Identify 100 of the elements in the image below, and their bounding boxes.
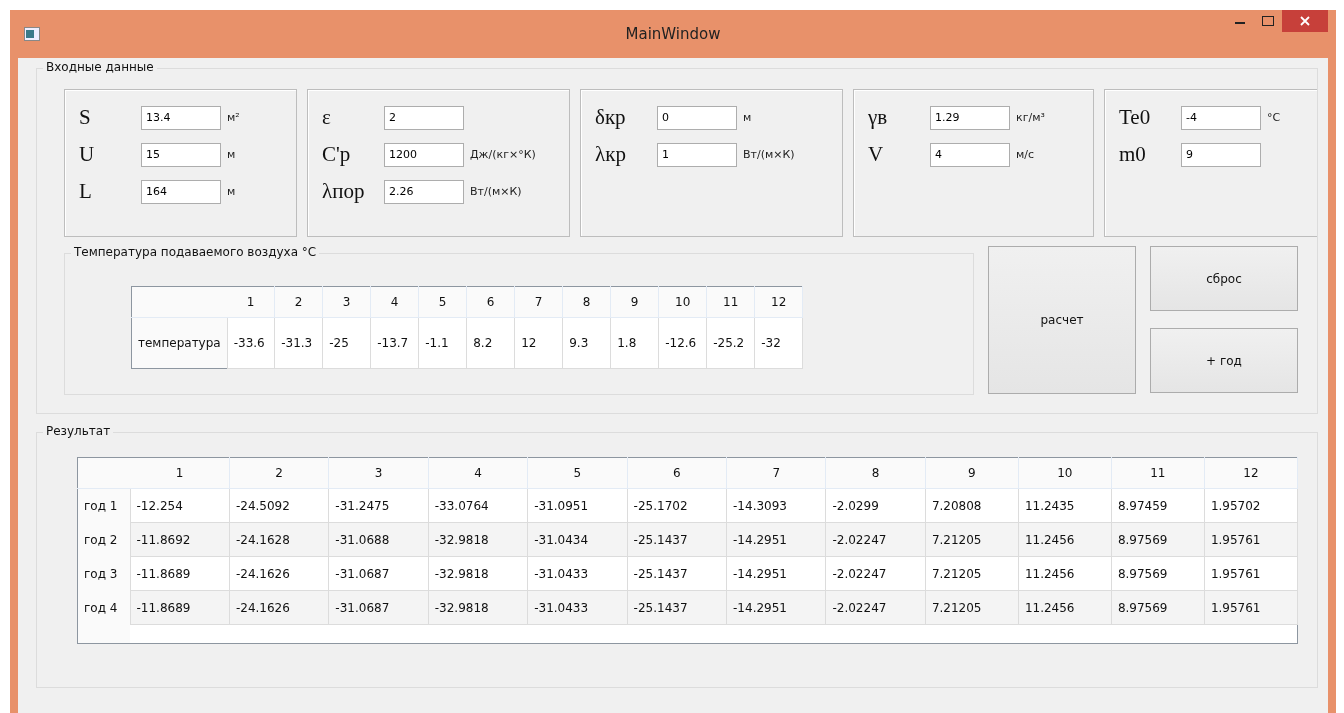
table-cell: -11.8689 bbox=[130, 590, 230, 625]
unit-label: кг/м³ bbox=[1016, 111, 1045, 124]
unit-label: м bbox=[227, 185, 236, 198]
column-header: 1 bbox=[130, 457, 230, 489]
column-header: 7 bbox=[514, 286, 563, 318]
add-year-button[interactable]: + год bbox=[1150, 328, 1298, 393]
table-cell: -32.9818 bbox=[428, 556, 528, 591]
row-header: год 2 bbox=[77, 522, 130, 557]
table-cell: 8.97569 bbox=[1111, 522, 1205, 557]
parameter-label: V bbox=[868, 142, 885, 167]
table-cell: -31.0687 bbox=[328, 556, 429, 591]
column-header: 10 bbox=[658, 286, 707, 318]
unit-label: м bbox=[743, 111, 752, 124]
group-title: Входные данные bbox=[43, 60, 157, 74]
input-field[interactable]: 15 bbox=[141, 142, 221, 167]
table-cell: -25.1437 bbox=[627, 522, 727, 557]
table-cell: -31.0433 bbox=[527, 590, 628, 625]
input-field[interactable]: 1200 bbox=[384, 142, 464, 167]
column-header: 6 bbox=[627, 457, 727, 489]
table-cell: -1.1 bbox=[418, 317, 467, 369]
table-cell: 7.21205 bbox=[925, 590, 1019, 625]
input-field[interactable]: 4 bbox=[930, 142, 1010, 167]
column-header: 12 bbox=[754, 286, 803, 318]
table-cell: -33.0764 bbox=[428, 488, 528, 523]
table-cell: -25.2 bbox=[706, 317, 755, 369]
table-cell: 11.2456 bbox=[1018, 556, 1112, 591]
column-header: 6 bbox=[466, 286, 515, 318]
parameter-label: U bbox=[79, 142, 96, 167]
unit-label: °C bbox=[1267, 111, 1281, 124]
table-cell: -33.6 bbox=[227, 317, 275, 369]
table-cell: -24.1628 bbox=[229, 522, 329, 557]
column-header: 3 bbox=[328, 457, 429, 489]
table-cell: -25.1437 bbox=[627, 556, 727, 591]
input-field[interactable]: -4 bbox=[1181, 105, 1261, 130]
input-field[interactable]: 164 bbox=[141, 179, 221, 204]
column-header: 9 bbox=[925, 457, 1019, 489]
column-header: 8 bbox=[562, 286, 611, 318]
input-field[interactable]: 1.29 bbox=[930, 105, 1010, 130]
column-header: 2 bbox=[229, 457, 329, 489]
group-title: Температура подаваемого воздуха °C bbox=[71, 245, 320, 259]
close-button[interactable] bbox=[1282, 10, 1328, 32]
table-cell: 1.8 bbox=[610, 317, 659, 369]
table-cell: -31.0688 bbox=[328, 522, 429, 557]
table-cell: -12.254 bbox=[130, 488, 230, 523]
table-cell: 11.2456 bbox=[1018, 522, 1112, 557]
parameter-label: L bbox=[79, 179, 93, 204]
column-header: 4 bbox=[428, 457, 528, 489]
column-header: 2 bbox=[274, 286, 323, 318]
table-cell: -12.6 bbox=[658, 317, 707, 369]
table-cell: -14.2951 bbox=[726, 590, 826, 625]
unit-label: м/с bbox=[1016, 148, 1035, 161]
table-cell: 7.20808 bbox=[925, 488, 1019, 523]
input-field[interactable]: 9 bbox=[1181, 142, 1261, 167]
table-cell: -32.9818 bbox=[428, 590, 528, 625]
close-icon bbox=[1300, 16, 1310, 26]
reset-button[interactable]: сброс bbox=[1150, 246, 1298, 311]
table-cell: -31.0433 bbox=[527, 556, 628, 591]
parameter-label: δкр bbox=[595, 105, 627, 130]
column-header: 8 bbox=[825, 457, 926, 489]
input-field[interactable]: 13.4 bbox=[141, 105, 221, 130]
parameter-label: Te0 bbox=[1119, 105, 1152, 130]
parameter-label: m0 bbox=[1119, 142, 1147, 167]
table-cell: -25.1437 bbox=[627, 590, 727, 625]
table-cell: 7.21205 bbox=[925, 556, 1019, 591]
table-cell: -31.0434 bbox=[527, 522, 628, 557]
table-cell: 9.3 bbox=[562, 317, 611, 369]
calculate-button[interactable]: расчет bbox=[988, 246, 1136, 394]
table-cell: -24.1626 bbox=[229, 556, 329, 591]
input-field[interactable]: 2.26 bbox=[384, 179, 464, 204]
table-cell: -2.0299 bbox=[825, 488, 926, 523]
table-cell: 8.2 bbox=[466, 317, 515, 369]
table-cell: 8.97569 bbox=[1111, 590, 1205, 625]
window-title: MainWindow bbox=[625, 25, 721, 43]
table-cell: -31.2475 bbox=[328, 488, 429, 523]
parameter-label: λкр bbox=[595, 142, 627, 167]
table-cell: -2.02247 bbox=[825, 590, 926, 625]
column-header: 3 bbox=[322, 286, 371, 318]
input-field[interactable]: 1 bbox=[657, 142, 737, 167]
table-cell: -14.3093 bbox=[726, 488, 826, 523]
table-cell: 11.2435 bbox=[1018, 488, 1112, 523]
parameter-label: ε bbox=[322, 105, 332, 130]
row-header: год 1 bbox=[77, 488, 130, 523]
app-icon bbox=[24, 27, 40, 41]
table-cell: 12 bbox=[514, 317, 563, 369]
input-field[interactable]: 0 bbox=[657, 105, 737, 130]
parameter-label: γв bbox=[868, 105, 889, 130]
table-cell: -11.8689 bbox=[130, 556, 230, 591]
column-header: 11 bbox=[1111, 457, 1205, 489]
table-cell: -14.2951 bbox=[726, 522, 826, 557]
column-header: 5 bbox=[527, 457, 628, 489]
table-cell: 1.95761 bbox=[1204, 522, 1298, 557]
table-cell: -32 bbox=[754, 317, 803, 369]
parameter-label: λпор bbox=[322, 179, 366, 204]
table-cell: -24.1626 bbox=[229, 590, 329, 625]
input-field[interactable]: 2 bbox=[384, 105, 464, 130]
column-header: 5 bbox=[418, 286, 467, 318]
column-header: 1 bbox=[227, 286, 275, 318]
parameter-label: S bbox=[79, 105, 92, 130]
maximize-icon bbox=[1262, 16, 1274, 26]
column-header: 11 bbox=[706, 286, 755, 318]
